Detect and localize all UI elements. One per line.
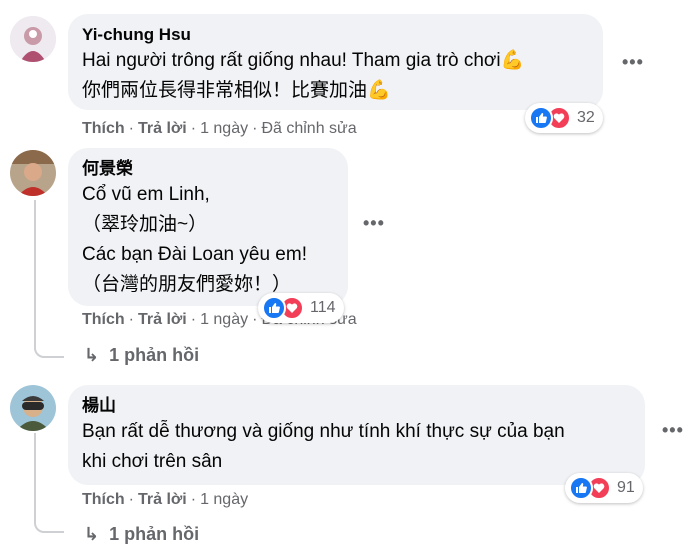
avatar[interactable] xyxy=(10,385,56,431)
reply-arrow-icon: ↳ xyxy=(84,345,100,365)
comment-author[interactable]: 何景榮 xyxy=(82,158,334,180)
more-options-button[interactable]: ••• xyxy=(622,52,644,73)
comment-bubble: Yi-chung Hsu Hai người trông rất giống n… xyxy=(68,14,603,110)
thumbs-up-icon xyxy=(529,106,553,130)
reply-link[interactable]: Trả lời xyxy=(138,491,187,508)
like-link[interactable]: Thích xyxy=(82,491,125,508)
reply-arrow-icon: ↳ xyxy=(84,524,100,544)
reply-connector xyxy=(34,511,64,533)
timestamp[interactable]: 1 ngày xyxy=(200,491,248,508)
comment-bubble: 楊山 Bạn rất dễ thương và giống như tính k… xyxy=(68,385,645,485)
thread-line xyxy=(34,433,36,523)
comment-actions: Thích · Trả lời · 1 ngày xyxy=(82,491,249,508)
view-replies-link[interactable]: ↳ 1 phản hồi xyxy=(84,345,199,366)
comment-text: Hai người trông rất giống nhau! Tham gia… xyxy=(82,50,525,71)
reaction-count: 32 xyxy=(577,109,595,126)
comment-text: 你們兩位長得非常相似！比賽加油💪 xyxy=(82,80,391,101)
timestamp[interactable]: 1 ngày xyxy=(200,311,248,328)
reply-link[interactable]: Trả lời xyxy=(138,311,187,328)
avatar-image xyxy=(10,150,56,196)
comment-text: Bạn rất dễ thương và giống như tính khí … xyxy=(82,421,565,442)
reaction-summary[interactable]: 32 xyxy=(525,103,603,133)
reaction-summary[interactable]: 91 xyxy=(565,473,643,503)
avatar[interactable] xyxy=(10,150,56,196)
replies-count: 1 phản hồi xyxy=(109,524,200,544)
thread-line xyxy=(34,200,36,350)
reaction-count: 114 xyxy=(310,299,336,316)
thumbs-up-icon xyxy=(262,296,286,320)
comment-actions: Thích·Trả lời·1 ngày·Đã chỉnh sửa xyxy=(82,120,357,137)
comment-author[interactable]: Yi-chung Hsu xyxy=(82,24,589,46)
comment-text: （翠玲加油~） xyxy=(82,214,208,235)
comment-text: Các bạn Đài Loan yêu em! xyxy=(82,244,307,265)
like-link[interactable]: Thích xyxy=(82,311,125,328)
more-options-button[interactable]: ••• xyxy=(662,420,684,441)
comment-bubble: 何景榮 Cổ vũ em Linh, （翠玲加油~） Các bạn Đài L… xyxy=(68,148,348,306)
avatar-image xyxy=(10,385,56,431)
reply-link[interactable]: Trả lời xyxy=(138,120,187,137)
reaction-count: 91 xyxy=(617,479,635,496)
comment-text: Cổ vũ em Linh, xyxy=(82,184,210,205)
timestamp[interactable]: 1 ngày xyxy=(200,120,248,137)
edited-label: Đã chỉnh sửa xyxy=(261,120,357,137)
avatar[interactable] xyxy=(10,16,56,62)
replies-count: 1 phản hồi xyxy=(109,345,200,365)
more-options-button[interactable]: ••• xyxy=(363,213,385,234)
view-replies-link[interactable]: ↳ 1 phản hồi xyxy=(84,524,199,545)
avatar-image xyxy=(10,16,56,62)
like-link[interactable]: Thích xyxy=(82,120,125,137)
reaction-summary[interactable]: 114 xyxy=(258,293,344,323)
comment-author[interactable]: 楊山 xyxy=(82,395,631,417)
reply-connector xyxy=(34,336,64,358)
comment-text: khi chơi trên sân xyxy=(82,451,223,472)
thumbs-up-icon xyxy=(569,476,593,500)
